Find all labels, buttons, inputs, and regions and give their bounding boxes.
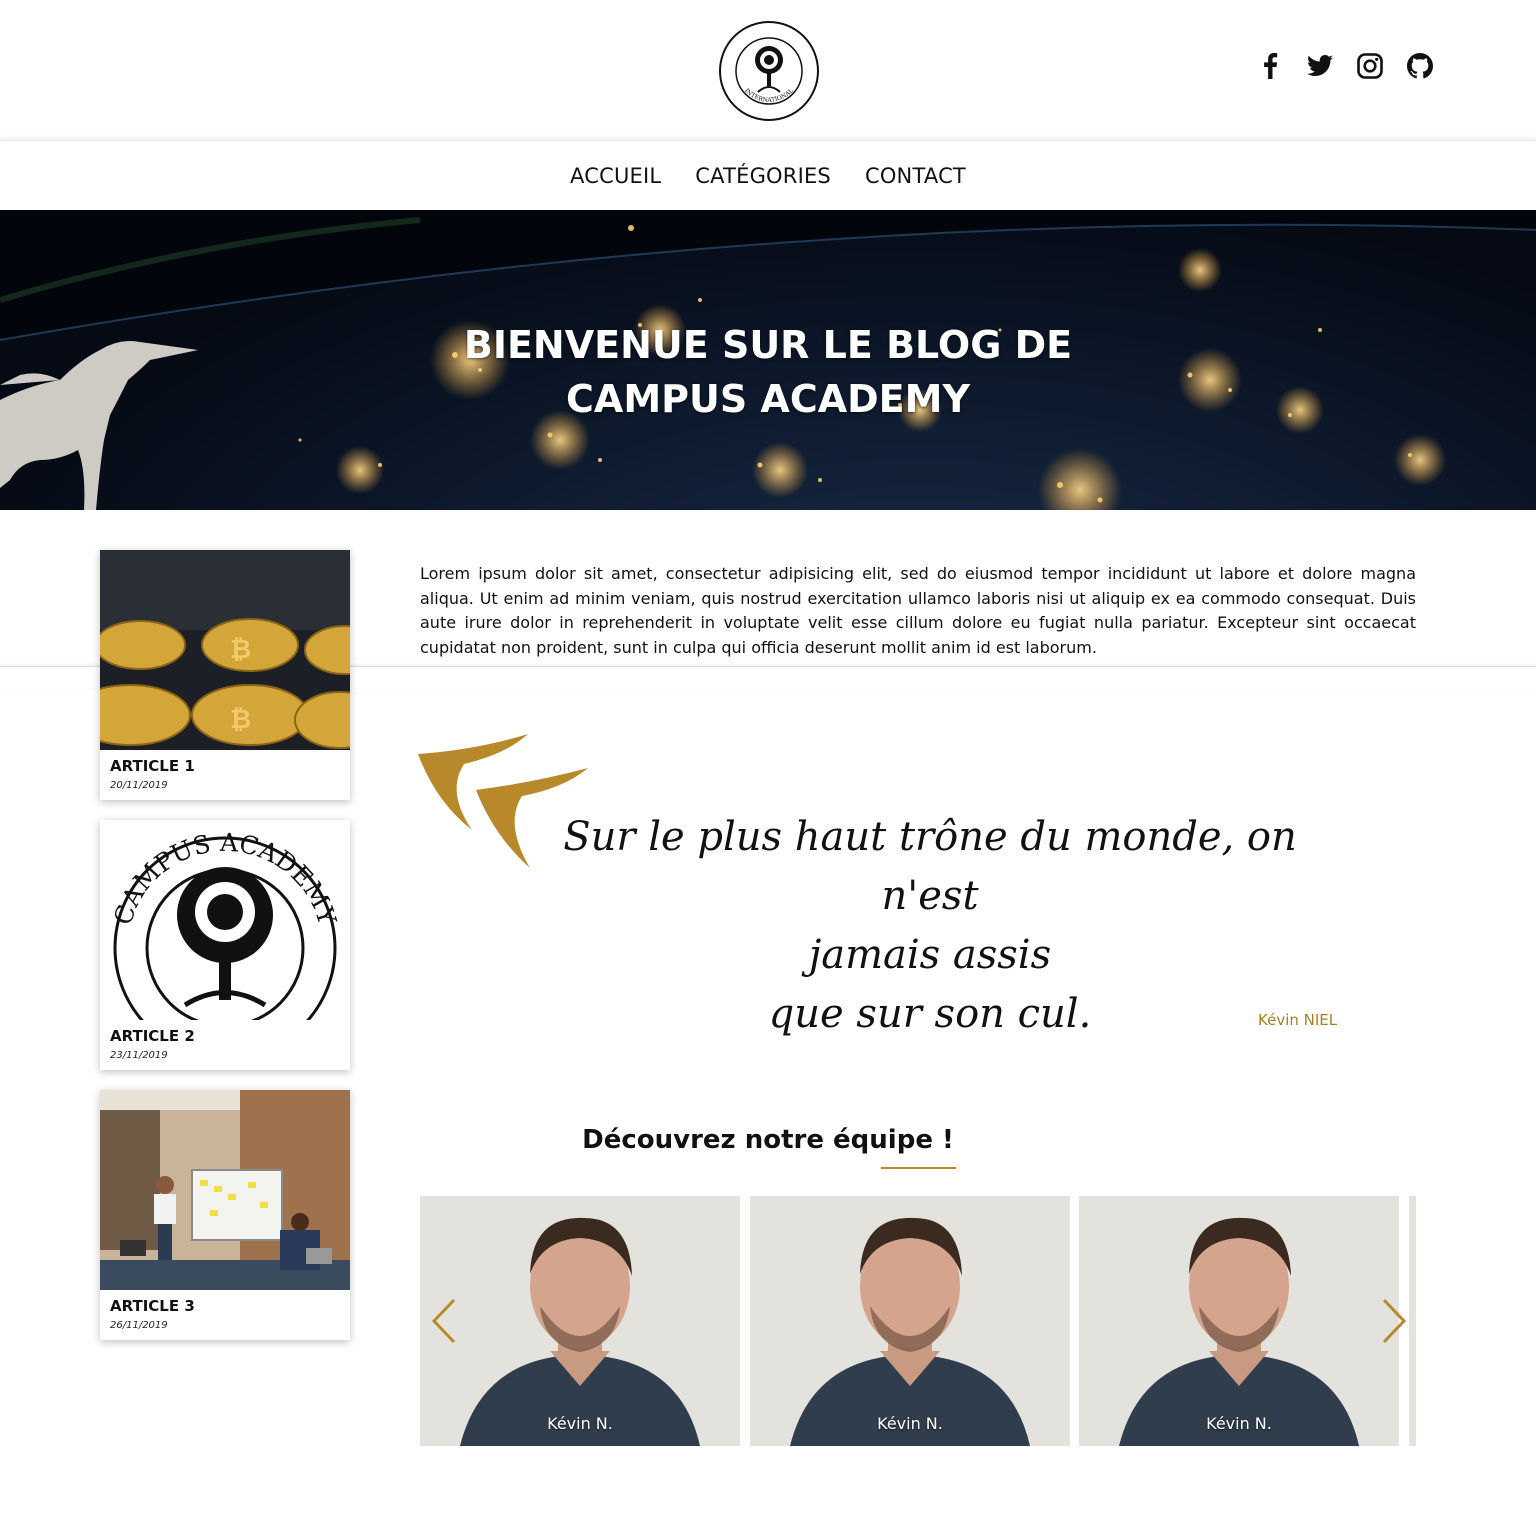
nav-item-categories[interactable]: CATÉGORIES [695, 164, 831, 188]
chevron-left-icon [431, 1298, 456, 1344]
svg-text:₿: ₿ [230, 635, 251, 665]
nav-item-contact[interactable]: CONTACT [865, 164, 966, 188]
svg-text:₿: ₿ [230, 705, 251, 735]
svg-text:CAMPUS ACADEMY: CAMPUS ACADEMY [718, 20, 820, 23]
instagram-icon[interactable] [1356, 50, 1384, 82]
carousel-next-button[interactable] [1378, 1298, 1408, 1344]
article-date: 26/11/2019 [110, 1320, 168, 1331]
title-underline [881, 1167, 956, 1169]
article-card-2[interactable]: CAMPUS ACADEMY ARTICLE 2 23/11/2019 [100, 820, 350, 1070]
campus-academy-logo[interactable]: CAMPUS ACADEMY INTERNATIONAL [718, 11, 829, 122]
team-member-card-partial[interactable] [1409, 1196, 1416, 1446]
article-title[interactable]: ARTICLE 3 [110, 1297, 195, 1315]
team-section-title: Découvrez notre équipe ! [582, 1125, 954, 1155]
chevron-right-icon [1382, 1298, 1407, 1344]
article-card-1[interactable]: ₿ ₿ ARTICLE 1 20/11/2019 [100, 550, 350, 800]
article-title[interactable]: ARTICLE 1 [110, 757, 195, 775]
article-title[interactable]: ARTICLE 2 [110, 1027, 195, 1045]
nav-item-accueil[interactable]: ACCUEIL [570, 164, 661, 188]
quote-text: Sur le plus haut trône du monde, on n'es… [563, 814, 1297, 1037]
team-member-card[interactable]: Kévin N. [750, 1196, 1070, 1446]
social-links [1256, 50, 1434, 82]
member-name: Kévin N. [877, 1414, 943, 1433]
carousel-prev-button[interactable] [430, 1298, 460, 1344]
member-photo [750, 1196, 1070, 1446]
bitcoin-coins-image: ₿ ₿ [100, 550, 350, 750]
intro-text: Lorem ipsum dolor sit amet, consectetur … [420, 564, 1416, 657]
team-carousel: Kévin N. Kévin N. Kévin N. [420, 1196, 1416, 1446]
member-photo [420, 1196, 740, 1446]
member-name: Kévin N. [1206, 1414, 1272, 1433]
team-member-card[interactable]: Kévin N. [1079, 1196, 1399, 1446]
team-member-card[interactable]: Kévin N. [420, 1196, 740, 1446]
article-date: 20/11/2019 [110, 780, 168, 791]
campus-academy-logo-image: CAMPUS ACADEMY [100, 820, 350, 1020]
member-photo [1079, 1196, 1399, 1446]
member-name: Kévin N. [547, 1414, 613, 1433]
facebook-icon[interactable] [1256, 50, 1284, 82]
twitter-icon[interactable] [1306, 50, 1334, 82]
site-header: CAMPUS ACADEMY INTERNATIONAL [0, 0, 1536, 140]
office-meeting-image [100, 1090, 350, 1290]
hero-title: BIENVENUE SUR LE BLOG DE CAMPUS ACADEMY [463, 323, 1073, 421]
article-date: 23/11/2019 [110, 1050, 168, 1061]
svg-text:INTERNATIONAL: INTERNATIONAL [743, 87, 795, 103]
main-nav: ACCUEIL CATÉGORIES CONTACT [0, 140, 1536, 210]
quote-author: Kévin NIEL [1258, 1011, 1338, 1029]
hero-banner: BIENVENUE SUR LE BLOG DE CAMPUS ACADEMY [0, 210, 1536, 510]
github-icon[interactable] [1406, 50, 1434, 82]
